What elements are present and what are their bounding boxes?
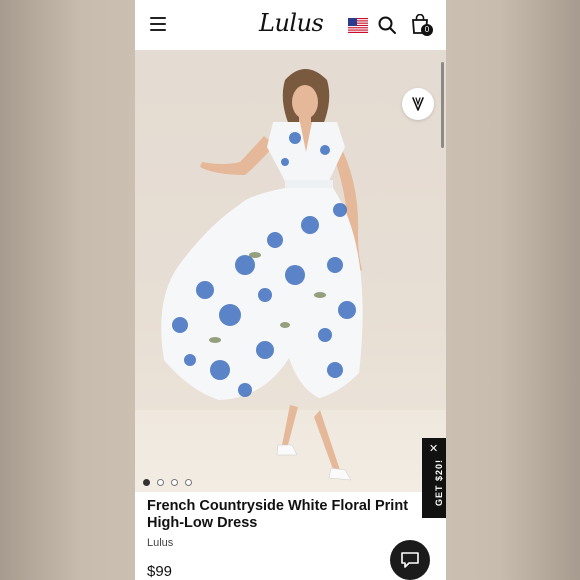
wishlist-button[interactable] xyxy=(402,88,434,120)
logo[interactable]: Lulus xyxy=(259,9,324,37)
backdrop-left xyxy=(0,0,135,580)
carousel-dot-3[interactable] xyxy=(171,479,178,486)
product-price: $99 xyxy=(147,563,173,580)
us-flag-icon[interactable] xyxy=(348,18,368,33)
site-header: Lulus 0 xyxy=(135,0,446,51)
phone-screen: Lulus 0 ✕ GET $20! French Countryside Wh… xyxy=(135,0,446,580)
product-image[interactable] xyxy=(135,50,446,492)
chat-button[interactable] xyxy=(390,540,430,580)
heart-v-icon xyxy=(412,97,424,111)
scrollbar[interactable] xyxy=(441,62,444,148)
carousel-dot-1[interactable] xyxy=(143,479,150,486)
brand-name[interactable]: Lulus xyxy=(147,537,173,549)
dress-photo xyxy=(161,69,363,481)
search-icon[interactable] xyxy=(378,16,396,34)
close-icon[interactable]: ✕ xyxy=(429,444,438,455)
carousel-dot-2[interactable] xyxy=(157,479,164,486)
backdrop-right xyxy=(446,0,580,580)
promo-label[interactable]: GET $20! xyxy=(434,459,444,506)
product-title: French Countryside White Floral Print Hi… xyxy=(147,498,409,531)
hamburger-icon[interactable] xyxy=(150,17,166,31)
chat-bubble-icon xyxy=(401,552,419,568)
promo-tab[interactable]: ✕ GET $20! xyxy=(422,438,446,518)
cart-count-badge: 0 xyxy=(421,24,433,36)
carousel-dot-4[interactable] xyxy=(185,479,192,486)
